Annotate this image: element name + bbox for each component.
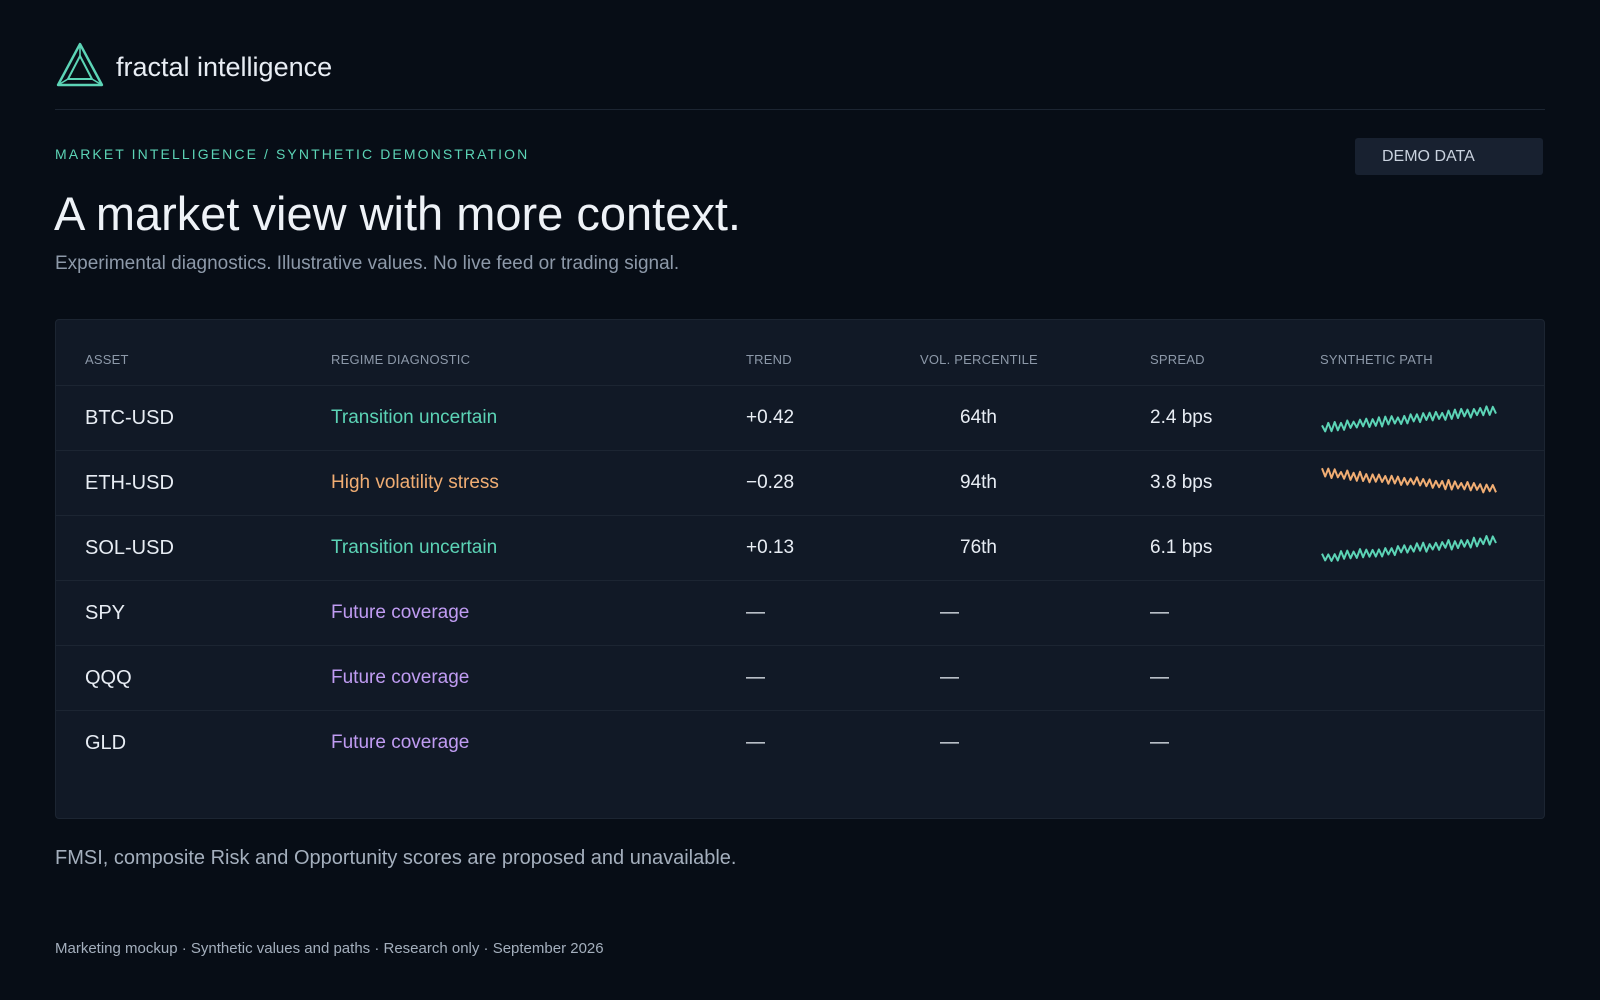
column-header-trend: TREND [746, 352, 792, 367]
spread-cell: — [1150, 667, 1169, 688]
column-header-vol-percentile: VOL. PERCENTILE [920, 352, 1038, 367]
asset-cell: SPY [85, 602, 126, 624]
vol-percentile-cell: — [940, 667, 959, 688]
regime-cell: Future coverage [331, 732, 470, 753]
spread-cell: — [1150, 602, 1169, 623]
sparkline-series [1321, 535, 1497, 562]
table-row[interactable]: QQQ Future coverage — — — [56, 646, 1544, 711]
scores-footnote: FMSI, composite Risk and Opportunity sco… [55, 847, 737, 869]
spread-cell: 3.8 bps [1150, 472, 1213, 493]
table-row[interactable]: GLD Future coverage — — — [56, 711, 1544, 776]
column-header-regime: REGIME DIAGNOSTIC [331, 352, 471, 367]
page: fractal intelligence MARKET INTELLIGENCE… [0, 0, 1600, 1000]
sparkline-series [1321, 467, 1497, 494]
sparkline-series [1321, 405, 1497, 433]
demo-data-badge: DEMO DATA [1355, 138, 1543, 175]
sparkline [1321, 535, 1497, 562]
table-header: ASSET REGIME DIAGNOSTIC TREND VOL. PERCE… [56, 320, 1544, 386]
asset-cell: QQQ [85, 667, 132, 689]
page-footer: Marketing mockup · Synthetic values and … [55, 940, 604, 957]
breadcrumb: MARKET INTELLIGENCE / SYNTHETIC DEMONSTR… [55, 146, 530, 162]
vol-percentile-cell: 64th [960, 407, 997, 428]
page-title: A market view with more context. [54, 187, 741, 240]
trend-cell: +0.42 [746, 407, 795, 428]
asset-cell: GLD [85, 732, 127, 754]
vol-percentile-cell: 94th [960, 472, 997, 493]
vol-percentile-cell: 76th [960, 537, 997, 558]
regime-cell: Transition uncertain [331, 537, 498, 558]
brand-name[interactable]: fractal intelligence [116, 52, 332, 83]
triangle-logo-icon [56, 42, 104, 87]
asset-cell: SOL-USD [85, 537, 174, 559]
table-row[interactable]: BTC-USD Transition uncertain +0.42 64th 2.4 … [56, 386, 1544, 451]
column-header-spread: SPREAD [1150, 352, 1205, 367]
asset-cell: BTC-USD [85, 407, 174, 429]
regime-cell: High volatility stress [331, 472, 499, 493]
trend-cell: — [746, 667, 765, 688]
table-row[interactable]: ETH-USD High volatility stress −0.28 94th 3.… [56, 451, 1544, 516]
header: fractal intelligence [55, 36, 1545, 110]
column-header-asset: ASSET [85, 352, 129, 367]
table-row[interactable]: SPY Future coverage — — — [56, 581, 1544, 646]
trend-cell: −0.28 [746, 472, 795, 493]
regime-cell: Transition uncertain [331, 407, 498, 428]
page-subtitle: Experimental diagnostics. Illustrative v… [55, 253, 680, 274]
vol-percentile-cell: — [940, 732, 959, 753]
spread-cell: 2.4 bps [1150, 407, 1213, 428]
trend-cell: +0.13 [746, 537, 795, 558]
trend-cell: — [746, 602, 765, 623]
table-row[interactable]: SOL-USD Transition uncertain +0.13 76th 6.1 … [56, 516, 1544, 581]
spread-cell: — [1150, 732, 1169, 753]
regime-cell: Future coverage [331, 602, 470, 623]
spread-cell: 6.1 bps [1150, 537, 1213, 558]
column-header-synthetic-path: SYNTHETIC PATH [1320, 352, 1433, 367]
sparkline [1321, 405, 1497, 433]
vol-percentile-cell: — [940, 602, 959, 623]
market-table: ASSET REGIME DIAGNOSTIC TREND VOL. PERCE… [55, 319, 1545, 819]
trend-cell: — [746, 732, 765, 753]
regime-cell: Future coverage [331, 667, 470, 688]
sparkline [1321, 467, 1497, 494]
asset-cell: ETH-USD [85, 472, 174, 494]
